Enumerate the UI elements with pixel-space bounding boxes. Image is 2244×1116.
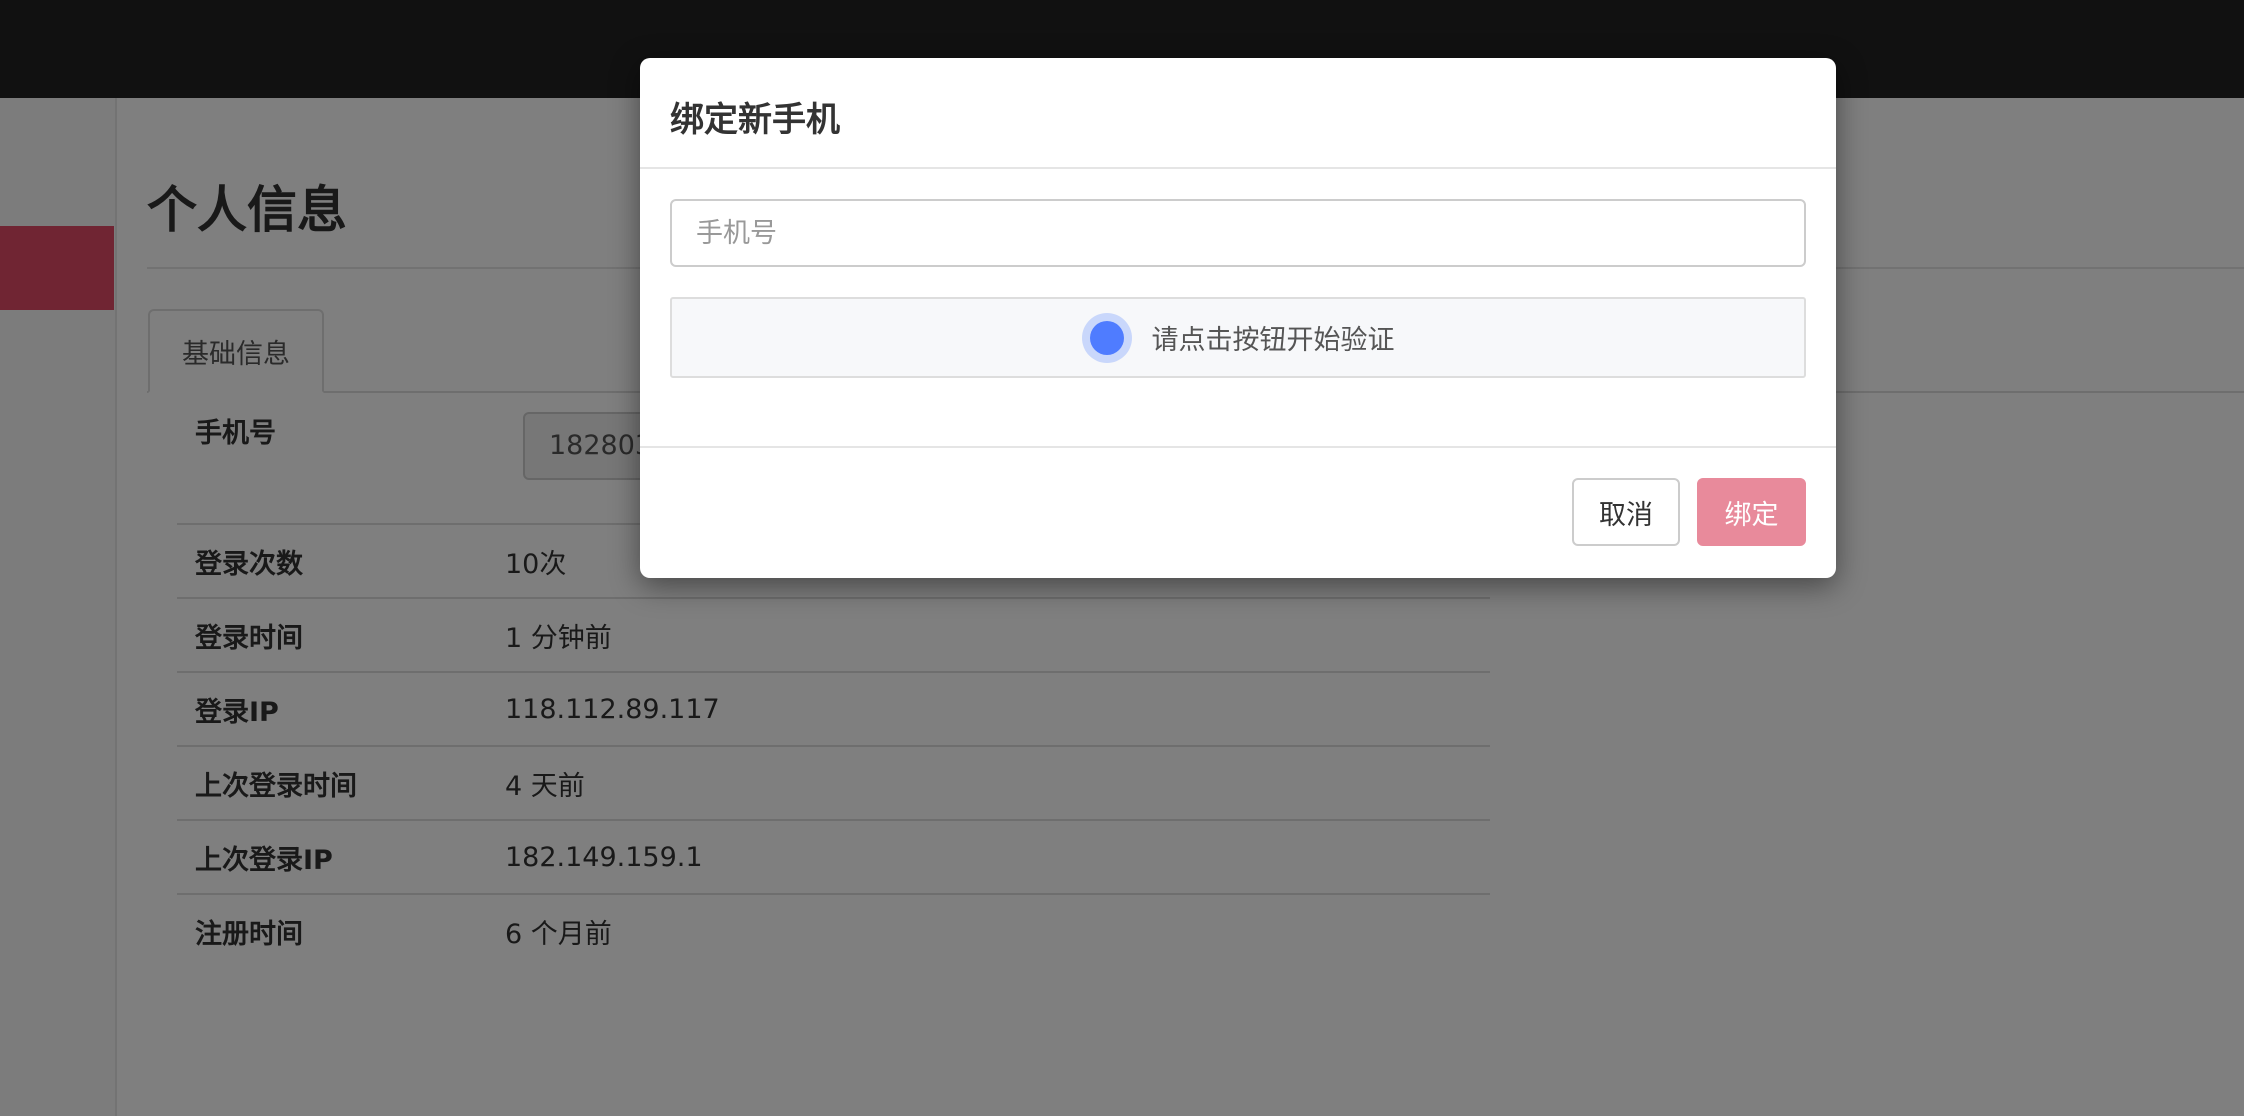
captcha-dot-icon [1081, 312, 1132, 363]
page: 个人信息 基础信息 手机号 182803 登录次数 10次 登录时间 1 分钟前… [0, 0, 2244, 1116]
modal-title: 绑定新手机 [670, 100, 840, 140]
bind-button[interactable]: 绑定 [1697, 478, 1806, 546]
modal-body: 请点击按钮开始验证 [640, 169, 1836, 448]
mobile-input[interactable] [670, 199, 1806, 267]
cancel-button[interactable]: 取消 [1572, 478, 1680, 546]
modal-header: 绑定新手机 [640, 58, 1836, 169]
captcha-dot-inner [1089, 320, 1124, 355]
bind-phone-modal: 绑定新手机 请点击按钮开始验证 取消 绑定 [640, 58, 1836, 578]
modal-footer: 取消 绑定 [640, 448, 1836, 576]
captcha-verify-button[interactable]: 请点击按钮开始验证 [670, 297, 1806, 378]
captcha-text: 请点击按钮开始验证 [1151, 325, 1395, 356]
